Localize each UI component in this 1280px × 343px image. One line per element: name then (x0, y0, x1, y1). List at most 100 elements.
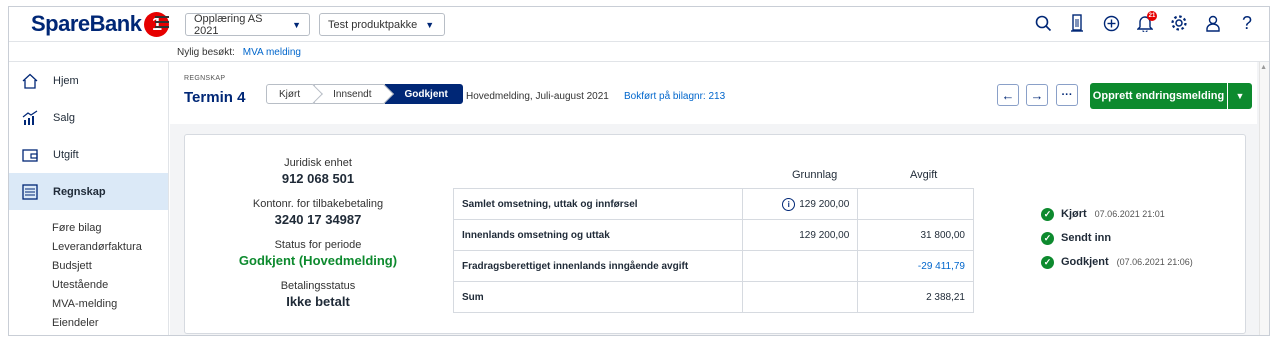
building-icon[interactable] (1067, 12, 1087, 34)
juridisk-label: Juridisk enhet (284, 157, 352, 169)
recently-visited: Nylig besøkt: MVA melding (177, 43, 301, 61)
betaling-value: Ikke betalt (286, 294, 350, 309)
table-row: Samlet omsetning, uttak og innførsel i 12… (453, 188, 974, 220)
step-label: Godkjent (404, 88, 448, 100)
subnav-budsjett[interactable]: Budsjett (9, 256, 168, 275)
app-window: SpareBank 1 Opplæring AS 2021 ▼ Test pro… (8, 6, 1270, 336)
status-item: ✓ Kjørt 07.06.2021 21:01 (1041, 202, 1193, 226)
next-button[interactable]: → (1026, 84, 1048, 106)
subnav-eiendeler[interactable]: Eiendeler (9, 313, 168, 332)
user-icon[interactable] (1203, 12, 1223, 34)
search-icon[interactable] (1033, 12, 1053, 34)
sidebar-item-hjem[interactable]: Hjem (9, 62, 168, 99)
sidebar-item-salg[interactable]: Salg (9, 99, 168, 136)
row-avgift-link[interactable]: -29 411,79 (857, 250, 974, 282)
juridisk-value: 912 068 501 (281, 171, 355, 186)
product-select-value: Test produktpakke (328, 18, 418, 31)
step-label: Innsendt (333, 88, 372, 100)
betaling-label: Betalingsstatus (280, 280, 356, 292)
section-label: REGNSKAP (184, 75, 226, 82)
check-circle-icon: ✓ (1041, 255, 1054, 269)
status-name: Kjørt (1061, 208, 1087, 220)
row-label: Fradragsberettiget innenlands inngående … (453, 250, 743, 282)
arrow-right-icon: → (1030, 87, 1044, 103)
chevron-down-icon: ▼ (1235, 91, 1245, 101)
scrollbar[interactable]: ▲ (1259, 62, 1269, 335)
column-header-grunnlag: Grunnlag (792, 169, 838, 181)
primary-dropdown-button[interactable]: ▼ (1228, 83, 1252, 109)
info-icon[interactable]: i (782, 197, 796, 211)
table-row: Innenlands omsetning og uttak 129 200,00… (453, 219, 974, 251)
more-icon: ··· (1061, 89, 1073, 101)
status-value: Godkjent (Hovedmelding) (238, 253, 398, 268)
chevron-down-icon: ▼ (425, 19, 435, 30)
row-avgift: 2 388,21 (857, 281, 974, 313)
row-label: Sum (453, 281, 743, 313)
chart-growth-icon (21, 110, 39, 126)
check-circle-icon: ✓ (1041, 231, 1054, 245)
top-icons: 21 ? (1033, 11, 1257, 34)
row-avgift (857, 188, 974, 220)
step-innsendt: Innsendt (314, 84, 395, 104)
product-select[interactable]: Test produktpakke ▼ (319, 13, 445, 36)
sidebar-item-regnskap[interactable]: Regnskap (9, 173, 168, 210)
top-bar: SpareBank 1 Opplæring AS 2021 ▼ Test pro… (9, 7, 1269, 42)
row-label: Innenlands omsetning og uttak (453, 219, 743, 251)
recent-link-mva[interactable]: MVA melding (243, 47, 301, 58)
step-label: Kjørt (279, 88, 301, 100)
home-icon (21, 73, 39, 89)
arrow-left-icon: ← (1001, 87, 1015, 103)
status-timeline: ✓ Kjørt 07.06.2021 21:01 ✓ Sendt inn ✓ G… (1041, 202, 1193, 274)
notification-badge: 21 (1147, 11, 1157, 21)
sidebar-item-label: Hjem (53, 74, 79, 87)
mva-table: Samlet omsetning, uttak og innførsel i 12… (453, 188, 974, 313)
step-kjort: Kjørt (266, 84, 324, 104)
logo-text: SpareBank (31, 11, 142, 36)
bokfort-link[interactable]: Bokført på bilagnr: 213 (624, 91, 725, 102)
ledger-icon (21, 183, 39, 200)
row-grunnlag: 129 200,00 (741, 219, 859, 251)
scroll-up-icon: ▲ (1260, 64, 1267, 71)
recent-label: Nylig besøkt: (177, 46, 235, 58)
subnav-mva-melding[interactable]: MVA-melding (9, 294, 168, 313)
notification-bell-icon[interactable]: 21 (1135, 11, 1157, 34)
sparebank-logo[interactable]: SpareBank 1 (31, 11, 170, 37)
sidebar: Hjem Salg Utgift Regnskap Føre bilag Lev… (9, 62, 169, 335)
sidebar-item-label: Regnskap (53, 185, 106, 198)
table-row: Sum 2 388,21 (453, 281, 974, 313)
menu-icon[interactable] (155, 16, 169, 28)
check-circle-icon: ✓ (1041, 207, 1054, 221)
subnav-utestaende[interactable]: Utestående (9, 275, 168, 294)
previous-button[interactable]: ← (997, 84, 1019, 106)
opprett-endringsmelding-button[interactable]: Opprett endringsmelding (1090, 83, 1227, 109)
add-circle-icon[interactable] (1101, 12, 1121, 34)
konto-label: Kontonr. for tilbakebetaling (252, 198, 384, 210)
more-button[interactable]: ··· (1056, 84, 1078, 106)
row-label: Samlet omsetning, uttak og innførsel (453, 188, 743, 220)
wallet-icon (21, 147, 39, 163)
subnav-fore-bilag[interactable]: Føre bilag (9, 218, 168, 237)
subnav-leverandorfaktura[interactable]: Leverandørfaktura (9, 237, 168, 256)
status-time: (07.06.2021 21:06) (1116, 257, 1193, 267)
status-item: ✓ Sendt inn (1041, 226, 1193, 250)
page-header: REGNSKAP Termin 4 Kjørt Innsendt Godkjen… (170, 62, 1257, 124)
row-grunnlag (741, 250, 859, 282)
row-grunnlag: i 129 200,00 (741, 188, 859, 220)
table-row: Fradragsberettiget innenlands inngående … (453, 250, 974, 282)
status-time: 07.06.2021 21:01 (1094, 209, 1165, 219)
help-icon[interactable]: ? (1237, 12, 1257, 34)
sidebar-item-label: Salg (53, 111, 76, 124)
page-title: Termin 4 (184, 89, 246, 106)
main-content: REGNSKAP Termin 4 Kjørt Innsendt Godkjen… (170, 62, 1269, 335)
column-header-avgift: Avgift (910, 169, 938, 181)
sidebar-item-utgift[interactable]: Utgift (9, 136, 168, 173)
row-avgift: 31 800,00 (857, 219, 974, 251)
company-select-value: Opplæring AS 2021 (194, 12, 263, 37)
company-select[interactable]: Opplæring AS 2021 ▼ (185, 12, 310, 37)
entity-info: Juridisk enhet 912 068 501 Kontonr. for … (203, 157, 433, 321)
status-name: Sendt inn (1061, 232, 1112, 244)
chevron-down-icon: ▼ (292, 19, 301, 30)
konto-value: 3240 17 34987 (274, 212, 362, 227)
gear-icon[interactable] (1169, 12, 1189, 34)
status-name: Godkjent (1061, 256, 1109, 268)
